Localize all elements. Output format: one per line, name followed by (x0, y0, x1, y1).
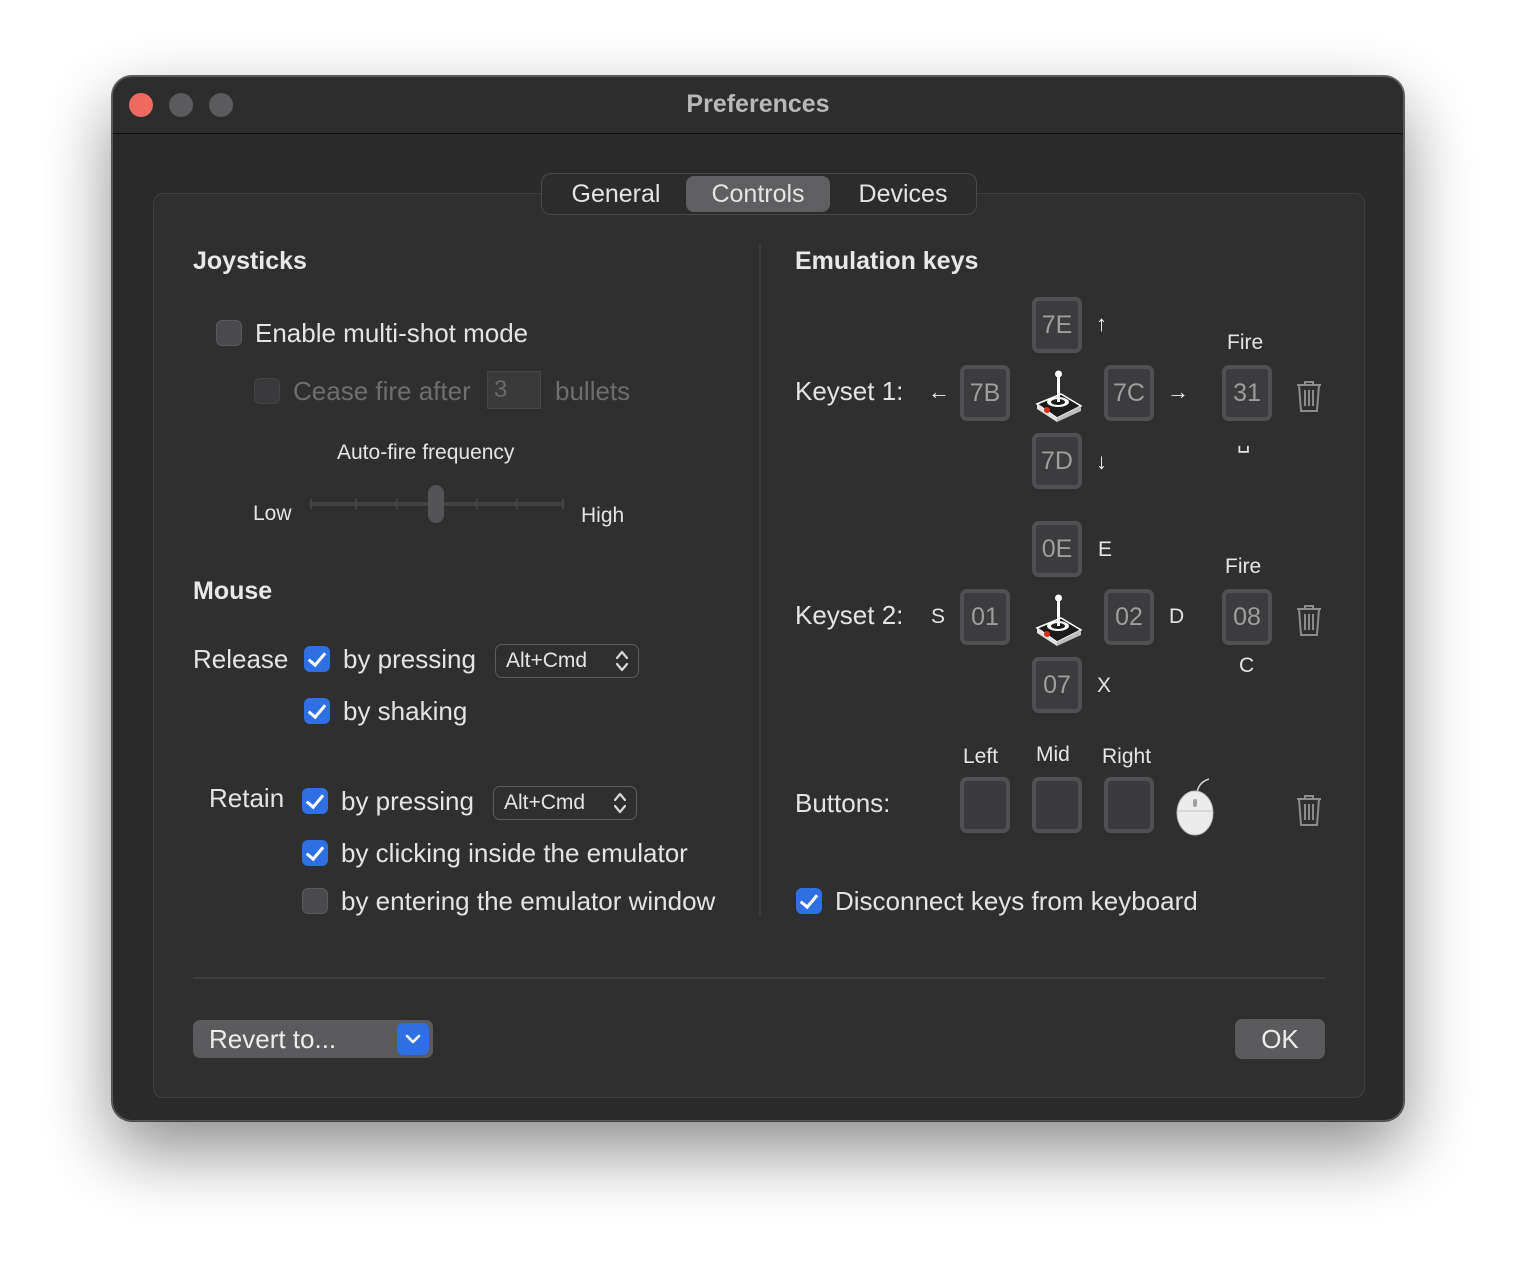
window-title: Preferences (686, 90, 830, 118)
mouse-left-button-key[interactable] (960, 777, 1010, 833)
slider-high-label: High (581, 504, 625, 527)
mid-button-label: Mid (1036, 743, 1070, 766)
retain-pressing-checkbox[interactable] (302, 788, 328, 814)
revert-label: Revert to... (209, 1024, 337, 1054)
keyset2-down-key[interactable]: 07 (1032, 657, 1082, 713)
preferences-window: Preferences General Controls Devices Joy… (112, 76, 1404, 1121)
tab-controls[interactable]: Controls (686, 176, 830, 212)
keyset1-up-key[interactable]: 7E (1032, 297, 1082, 353)
footer-divider (193, 977, 1325, 979)
revert-popup-button[interactable]: Revert to... (193, 1020, 433, 1058)
release-pressing-checkbox[interactable] (304, 646, 330, 672)
mouse-right-button-key[interactable] (1104, 777, 1154, 833)
space-symbol: ␣ (1237, 430, 1251, 453)
keyset1-label: Keyset 1: (795, 376, 904, 406)
autofire-label: Auto-fire frequency (337, 441, 515, 464)
release-key-value: Alt+Cmd (506, 649, 588, 672)
mouse-mid-button-key[interactable] (1032, 777, 1082, 833)
joystick-icon (1035, 370, 1083, 422)
up-arrow-icon: ↑ (1096, 311, 1107, 336)
trash-icon[interactable] (1295, 603, 1323, 637)
keyset1-left-key[interactable]: 7B (960, 365, 1010, 421)
keyset2-right-key[interactable]: 02 (1104, 589, 1154, 645)
tab-devices[interactable]: Devices (832, 176, 974, 212)
cease-fire-count-field[interactable]: 3 (487, 371, 541, 409)
chevron-down-icon (397, 1023, 429, 1055)
mouse-heading: Mouse (193, 577, 273, 605)
release-label: Release (193, 644, 289, 674)
slider-knob[interactable] (428, 485, 444, 523)
keyset2-label: Keyset 2: (795, 600, 904, 630)
trash-icon[interactable] (1295, 793, 1323, 827)
chevron-updown-icon (615, 650, 629, 672)
keyset2-fire-symbol: C (1239, 654, 1255, 677)
title-bar: Preferences (113, 77, 1403, 134)
keyset2-left-key[interactable]: 01 (960, 589, 1010, 645)
right-arrow-icon: → (1167, 379, 1189, 404)
release-shaking-label: by shaking (343, 696, 468, 726)
release-key-popup[interactable]: Alt+Cmd (495, 644, 639, 678)
buttons-label: Buttons: (795, 788, 891, 818)
multishot-label: Enable multi-shot mode (255, 318, 529, 348)
mouse-icon (1176, 778, 1214, 836)
keyset2-fire-label: Fire (1225, 555, 1262, 578)
left-arrow-icon: ← (928, 379, 950, 404)
disconnect-keys-checkbox[interactable] (796, 888, 822, 914)
left-button-label: Left (963, 745, 999, 768)
retain-key-value: Alt+Cmd (504, 791, 586, 814)
tab-bar: General Controls Devices (541, 173, 977, 215)
retain-label: Retain (209, 783, 285, 813)
down-arrow-icon: ↓ (1096, 449, 1107, 474)
keyset2-right-symbol: D (1169, 605, 1185, 628)
release-shaking-checkbox[interactable] (304, 698, 330, 724)
keyset2-down-symbol: X (1097, 674, 1112, 697)
retain-entering-checkbox[interactable] (302, 888, 328, 914)
retain-pressing-label: by pressing (341, 786, 474, 816)
joysticks-heading: Joysticks (193, 247, 307, 275)
release-pressing-label: by pressing (343, 644, 476, 674)
keyset2-up-key[interactable]: 0E (1032, 521, 1082, 577)
keyset2-up-symbol: E (1098, 538, 1113, 561)
keyset1-down-key[interactable]: 7D (1032, 433, 1082, 489)
chevron-updown-icon (613, 792, 627, 814)
disconnect-keys-label: Disconnect keys from keyboard (835, 886, 1198, 916)
trash-icon[interactable] (1295, 379, 1323, 413)
cease-fire-label: Cease fire after (293, 376, 471, 406)
keyset1-right-key[interactable]: 7C (1104, 365, 1154, 421)
retain-clicking-label: by clicking inside the emulator (341, 838, 688, 868)
retain-clicking-checkbox[interactable] (302, 840, 328, 866)
keyset1-fire-label: Fire (1227, 331, 1264, 354)
emulation-heading: Emulation keys (795, 247, 979, 275)
tab-general[interactable]: General (546, 176, 686, 212)
joystick-icon (1035, 594, 1083, 646)
retain-entering-label: by entering the emulator window (341, 886, 716, 916)
keyset2-left-symbol: S (931, 605, 946, 628)
retain-key-popup[interactable]: Alt+Cmd (493, 786, 637, 820)
keyset2-fire-key[interactable]: 08 (1222, 589, 1272, 645)
column-divider (759, 245, 761, 915)
slider-low-label: Low (253, 502, 292, 525)
multishot-checkbox[interactable] (216, 320, 242, 346)
cease-fire-checkbox[interactable] (254, 378, 280, 404)
ok-button[interactable]: OK (1235, 1019, 1325, 1059)
bullets-label: bullets (555, 376, 631, 406)
right-button-label: Right (1102, 745, 1152, 768)
keyset1-fire-key[interactable]: 31 (1222, 365, 1272, 421)
